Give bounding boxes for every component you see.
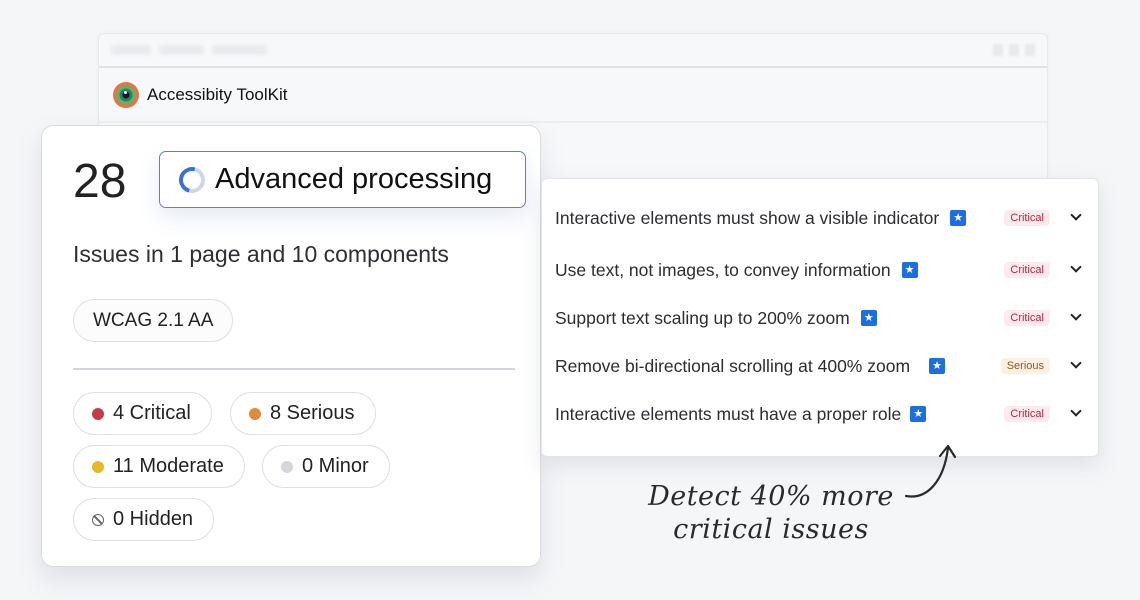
- wcag-standard-pill[interactable]: WCAG 2.1 AA: [73, 299, 234, 342]
- issue-row[interactable]: Remove bi-directional scrolling at 400% …: [555, 351, 1084, 381]
- star-icon: ★: [860, 310, 877, 326]
- filter-hidden[interactable]: 0 Hidden: [73, 498, 215, 541]
- hidden-icon: [92, 513, 104, 526]
- advanced-processing-button[interactable]: Advanced processing: [159, 151, 526, 208]
- filter-minor[interactable]: 0 Minor: [262, 445, 390, 488]
- annotation-line-1: Detect 40% more: [648, 481, 894, 512]
- issues-summary-card: 28 Advanced processing Issues in 1 page …: [41, 125, 541, 567]
- eye-logo-icon: [113, 81, 139, 108]
- filter-label: 4 Critical: [113, 402, 191, 424]
- chevron-down-icon[interactable]: [1070, 209, 1082, 221]
- spinner-icon: [174, 161, 210, 198]
- filter-label: 0 Hidden: [113, 508, 194, 530]
- issue-title: Use text, not images, to convey informat…: [555, 259, 891, 280]
- divider: [73, 368, 515, 370]
- filter-serious[interactable]: 8 Serious: [230, 392, 376, 435]
- close-icon[interactable]: [1025, 44, 1035, 56]
- critical-dot-icon: [92, 407, 104, 420]
- maximize-icon[interactable]: [1009, 44, 1019, 56]
- chevron-down-icon[interactable]: [1070, 405, 1082, 417]
- moderate-dot-icon: [92, 460, 104, 473]
- wcag-standard-label: WCAG 2.1 AA: [93, 309, 214, 331]
- chevron-down-icon[interactable]: [1070, 357, 1082, 369]
- issue-row[interactable]: Support text scaling up to 200% zoom ★ C…: [555, 303, 1084, 333]
- serious-dot-icon: [249, 407, 261, 420]
- filter-critical[interactable]: 4 Critical: [73, 392, 212, 435]
- window-controls: [993, 44, 1035, 56]
- annotation-text: Detect 40% more critical issues: [646, 480, 896, 546]
- minimize-icon[interactable]: [993, 44, 1003, 56]
- filter-label: 8 Serious: [270, 402, 355, 424]
- window-titlebar: [99, 34, 1047, 68]
- issue-title: Support text scaling up to 200% zoom: [555, 307, 850, 328]
- star-icon: ★: [910, 406, 927, 422]
- app-header: Accessibity ToolKit: [99, 68, 1047, 123]
- filter-label: 11 Moderate: [113, 455, 224, 477]
- blurred-tab: [212, 45, 267, 55]
- annotation-line-2: critical issues: [673, 514, 869, 545]
- issue-title: Interactive elements must show a visible…: [555, 207, 940, 228]
- star-icon: ★: [950, 210, 967, 226]
- filter-moderate[interactable]: 11 Moderate: [73, 445, 245, 488]
- issues-summary-text: Issues in 1 page and 10 components: [73, 241, 449, 267]
- minor-dot-icon: [281, 460, 293, 473]
- severity-badge: Critical: [1004, 310, 1050, 326]
- curved-arrow-icon: [904, 444, 957, 498]
- issue-count: 28: [73, 155, 127, 208]
- blurred-tab: [111, 45, 151, 55]
- issue-row[interactable]: Interactive elements must show a visible…: [555, 203, 1084, 233]
- severity-badge: Critical: [1004, 406, 1050, 422]
- issue-title: Remove bi-directional scrolling at 400% …: [555, 355, 911, 376]
- severity-badge: Serious: [1000, 358, 1050, 374]
- issues-list-panel: Interactive elements must show a visible…: [541, 178, 1099, 457]
- severity-badge: Critical: [1004, 210, 1050, 226]
- issue-row[interactable]: Use text, not images, to convey informat…: [555, 255, 1084, 285]
- app-title: Accessibity ToolKit: [147, 84, 288, 104]
- blurred-tab: [159, 45, 204, 55]
- star-icon: ★: [901, 262, 918, 278]
- issue-row[interactable]: Interactive elements must have a proper …: [555, 399, 1084, 429]
- issue-title: Interactive elements must have a proper …: [555, 403, 902, 424]
- severity-badge: Critical: [1004, 262, 1050, 278]
- chevron-down-icon[interactable]: [1070, 309, 1082, 321]
- processing-label: Advanced processing: [215, 163, 493, 195]
- star-icon: ★: [929, 358, 946, 374]
- filter-label: 0 Minor: [302, 455, 369, 477]
- chevron-down-icon[interactable]: [1070, 261, 1082, 273]
